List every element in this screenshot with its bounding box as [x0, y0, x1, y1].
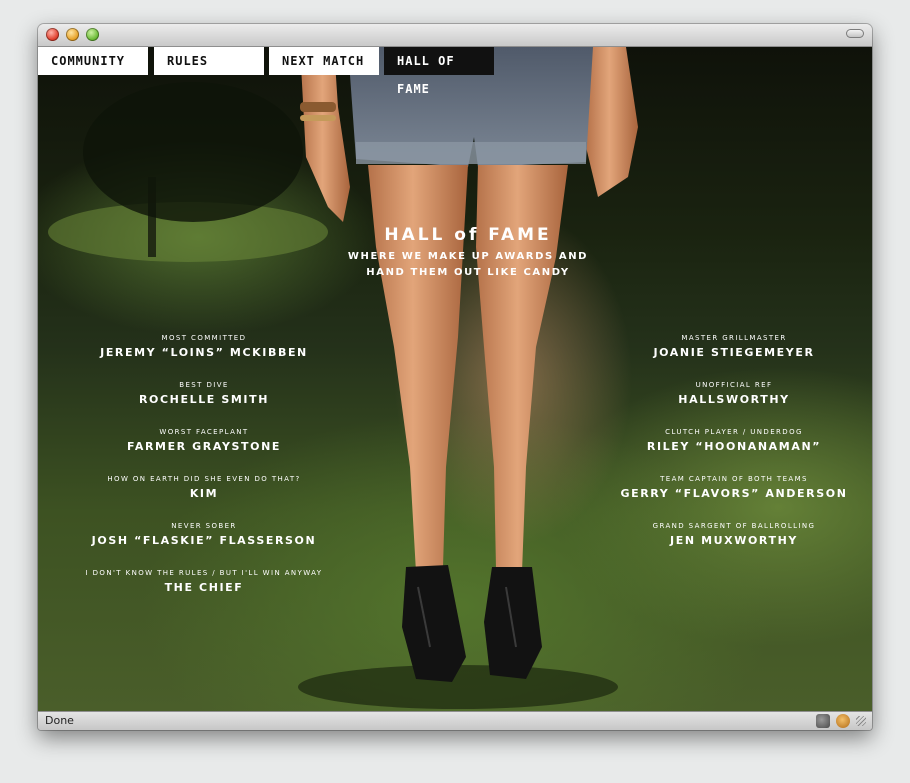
- nav-tab-rules[interactable]: RULES: [154, 47, 264, 75]
- award-name: HALLSWORTHY: [678, 393, 790, 406]
- award-name: JOANIE STIEGEMEYER: [653, 346, 815, 359]
- award-item: HOW ON EARTH DID SHE EVEN DO THAT? KIM: [74, 474, 334, 502]
- award-item: WORST FACEPLANT FARMER GRAYSTONE: [74, 427, 334, 455]
- minimize-circle-icon[interactable]: [66, 28, 79, 41]
- browser-window: COMMUNITY RULES NEXT MATCH HALL OF FAME …: [38, 24, 872, 730]
- status-bar: Done: [38, 711, 872, 730]
- award-title: HOW ON EARTH DID SHE EVEN DO THAT?: [107, 475, 301, 483]
- nav-tab-community[interactable]: COMMUNITY: [38, 47, 148, 75]
- award-title: BEST DIVE: [179, 381, 229, 389]
- award-name: KIM: [189, 487, 219, 500]
- award-item: TEAM CAPTAIN OF BOTH TEAMS GERRY “FLAVOR…: [604, 474, 864, 502]
- award-item: MASTER GRILLMASTER JOANIE STIEGEMEYER: [604, 333, 864, 361]
- hero-heading: HALL of FAME WHERE WE MAKE UP AWARDS AND…: [338, 225, 598, 281]
- award-name: RILEY “HOONANAMAN”: [646, 440, 822, 453]
- award-title: I DON'T KNOW THE RULES / BUT I'LL WIN AN…: [85, 569, 323, 577]
- award-title: MOST COMMITTED: [161, 334, 247, 342]
- award-item: CLUTCH PLAYER / UNDERDOG RILEY “HOONANAM…: [604, 427, 864, 455]
- award-item: NEVER SOBER JOSH “FLASKIE” FLASSERSON: [74, 521, 334, 549]
- award-title: UNOFFICIAL REF: [695, 381, 773, 389]
- title-bar[interactable]: [38, 24, 872, 47]
- award-item: BEST DIVE ROCHELLE SMITH: [74, 380, 334, 408]
- plugin-icon[interactable]: [816, 714, 830, 728]
- award-name: JOSH “FLASKIE” FLASSERSON: [91, 534, 317, 547]
- maximize-circle-icon[interactable]: [86, 28, 99, 41]
- page-content: COMMUNITY RULES NEXT MATCH HALL OF FAME …: [38, 47, 872, 712]
- nav-tab-hall-of-fame[interactable]: HALL OF FAME: [384, 47, 494, 96]
- award-name: JEREMY “LOINS” MCKIBBEN: [100, 346, 308, 359]
- award-item: UNOFFICIAL REF HALLSWORTHY: [604, 380, 864, 408]
- close-circle-icon[interactable]: [46, 28, 59, 41]
- award-name: JEN MUXWORTHY: [670, 534, 798, 547]
- page-subtitle: WHERE WE MAKE UP AWARDS AND HAND THEM OU…: [347, 251, 589, 278]
- award-name: GERRY “FLAVORS” ANDERSON: [620, 487, 848, 500]
- award-item: MOST COMMITTED JEREMY “LOINS” MCKIBBEN: [74, 333, 334, 361]
- award-title: TEAM CAPTAIN OF BOTH TEAMS: [660, 475, 808, 483]
- award-title: MASTER GRILLMASTER: [681, 334, 787, 342]
- award-item: GRAND SARGENT OF BALLROLLING JEN MUXWORT…: [604, 521, 864, 549]
- nav-tab-next-match[interactable]: NEXT MATCH: [269, 47, 379, 75]
- award-name: ROCHELLE SMITH: [138, 393, 270, 406]
- toolbar-pill-icon[interactable]: [846, 29, 864, 38]
- status-text: Done: [45, 714, 74, 727]
- award-title: GRAND SARGENT OF BALLROLLING: [652, 522, 816, 530]
- award-title: CLUTCH PLAYER / UNDERDOG: [665, 428, 803, 436]
- page-title: HALL of FAME: [384, 225, 552, 245]
- award-name: THE CHIEF: [164, 581, 244, 594]
- award-title: WORST FACEPLANT: [159, 428, 249, 436]
- award-name: FARMER GRAYSTONE: [126, 440, 282, 453]
- resize-grip-icon[interactable]: [856, 716, 866, 726]
- status-icons: [816, 713, 866, 729]
- greasemonkey-icon[interactable]: [836, 714, 850, 728]
- award-title: NEVER SOBER: [171, 522, 237, 530]
- award-item: I DON'T KNOW THE RULES / BUT I'LL WIN AN…: [74, 568, 334, 596]
